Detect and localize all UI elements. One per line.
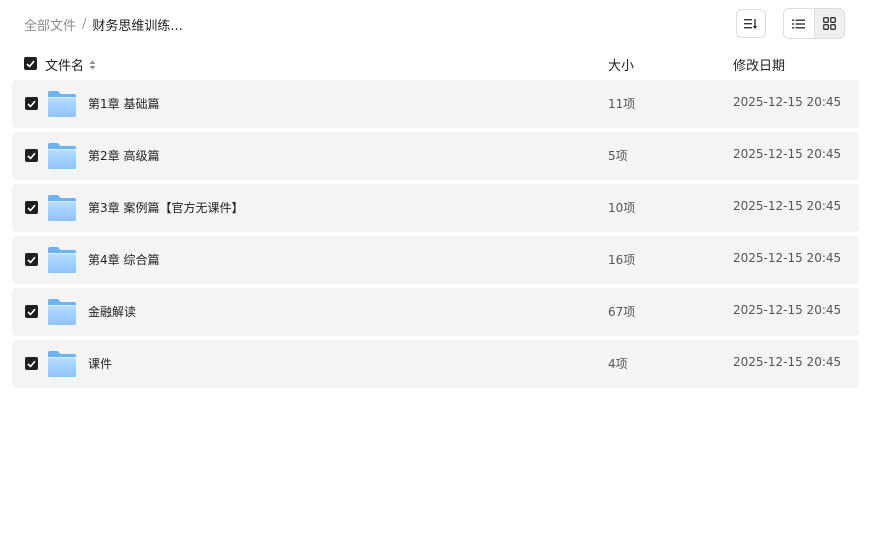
file-size: 4项 (608, 357, 628, 371)
row-checkbox[interactable] (25, 201, 38, 214)
list-view-icon (792, 19, 806, 28)
top-bar: 全部文件 / 财务思维训练... (0, 0, 869, 48)
file-list: 第1章 基础篇 11项 2025-12-15 20:45 第2章 高级篇 5项 … (12, 80, 859, 392)
row-checkbox[interactable] (25, 97, 38, 110)
folder-icon (48, 351, 76, 377)
file-browser-page: 全部文件 / 财务思维训练... 文件名 大小 修改日期 第1章 基础篇 11项… (0, 0, 869, 540)
file-modified-date: 2025-12-15 20:45 (733, 303, 842, 317)
file-size: 16项 (608, 253, 636, 267)
column-header-name[interactable]: 文件名 (45, 55, 96, 74)
view-mode-toggle (783, 8, 845, 39)
file-row[interactable]: 第4章 综合篇 16项 2025-12-15 20:45 (12, 236, 859, 284)
select-all-checkbox[interactable] (24, 57, 37, 70)
file-modified-date: 2025-12-15 20:45 (733, 95, 842, 109)
file-name[interactable]: 第4章 综合篇 (88, 251, 159, 268)
table-header: 文件名 大小 修改日期 (0, 52, 869, 76)
folder-icon (48, 143, 76, 169)
file-name[interactable]: 金融解读 (88, 303, 136, 320)
checkmark-icon (27, 360, 36, 368)
folder-icon (48, 247, 76, 273)
column-header-size: 大小 (608, 59, 635, 74)
checkmark-icon (27, 256, 36, 264)
checkmark-icon (27, 152, 36, 160)
checkmark-icon (27, 308, 36, 316)
folder-icon (48, 299, 76, 325)
file-name[interactable]: 第1章 基础篇 (88, 95, 159, 112)
breadcrumb-root-link[interactable]: 全部文件 (24, 15, 76, 34)
column-header-date: 修改日期 (733, 59, 786, 74)
row-checkbox[interactable] (25, 149, 38, 162)
file-modified-date: 2025-12-15 20:45 (733, 199, 842, 213)
file-row[interactable]: 第1章 基础篇 11项 2025-12-15 20:45 (12, 80, 859, 128)
file-size: 10项 (608, 201, 636, 215)
column-header-name-label: 文件名 (45, 59, 85, 74)
file-size: 67项 (608, 305, 636, 319)
file-name[interactable]: 第3章 案例篇【官方无课件】 (88, 199, 243, 216)
list-view-button[interactable] (784, 9, 814, 38)
file-row[interactable]: 课件 4项 2025-12-15 20:45 (12, 340, 859, 388)
row-checkbox[interactable] (25, 253, 38, 266)
folder-icon (48, 91, 76, 117)
row-checkbox[interactable] (25, 305, 38, 318)
sort-button[interactable] (736, 9, 766, 38)
file-size: 5项 (608, 149, 628, 163)
file-modified-date: 2025-12-15 20:45 (733, 251, 842, 265)
file-name[interactable]: 课件 (88, 355, 112, 372)
breadcrumb: 全部文件 / 财务思维训练... (24, 14, 183, 34)
file-size: 11项 (608, 97, 636, 111)
grid-view-button[interactable] (813, 9, 844, 38)
checkmark-icon (27, 204, 36, 212)
breadcrumb-separator: / (82, 16, 87, 32)
file-row[interactable]: 金融解读 67项 2025-12-15 20:45 (12, 288, 859, 336)
file-name[interactable]: 第2章 高级篇 (88, 147, 159, 164)
file-modified-date: 2025-12-15 20:45 (733, 355, 842, 369)
file-row[interactable]: 第3章 案例篇【官方无课件】 10项 2025-12-15 20:45 (12, 184, 859, 232)
sort-caret-icon[interactable] (89, 60, 96, 70)
file-row[interactable]: 第2章 高级篇 5项 2025-12-15 20:45 (12, 132, 859, 180)
sort-icon (744, 18, 758, 29)
folder-icon (48, 195, 76, 221)
grid-view-icon (822, 17, 836, 30)
breadcrumb-current-folder: 财务思维训练... (92, 18, 183, 34)
checkmark-icon (27, 100, 36, 108)
row-checkbox[interactable] (25, 357, 38, 370)
file-modified-date: 2025-12-15 20:45 (733, 147, 842, 161)
checkmark-icon (26, 60, 35, 68)
